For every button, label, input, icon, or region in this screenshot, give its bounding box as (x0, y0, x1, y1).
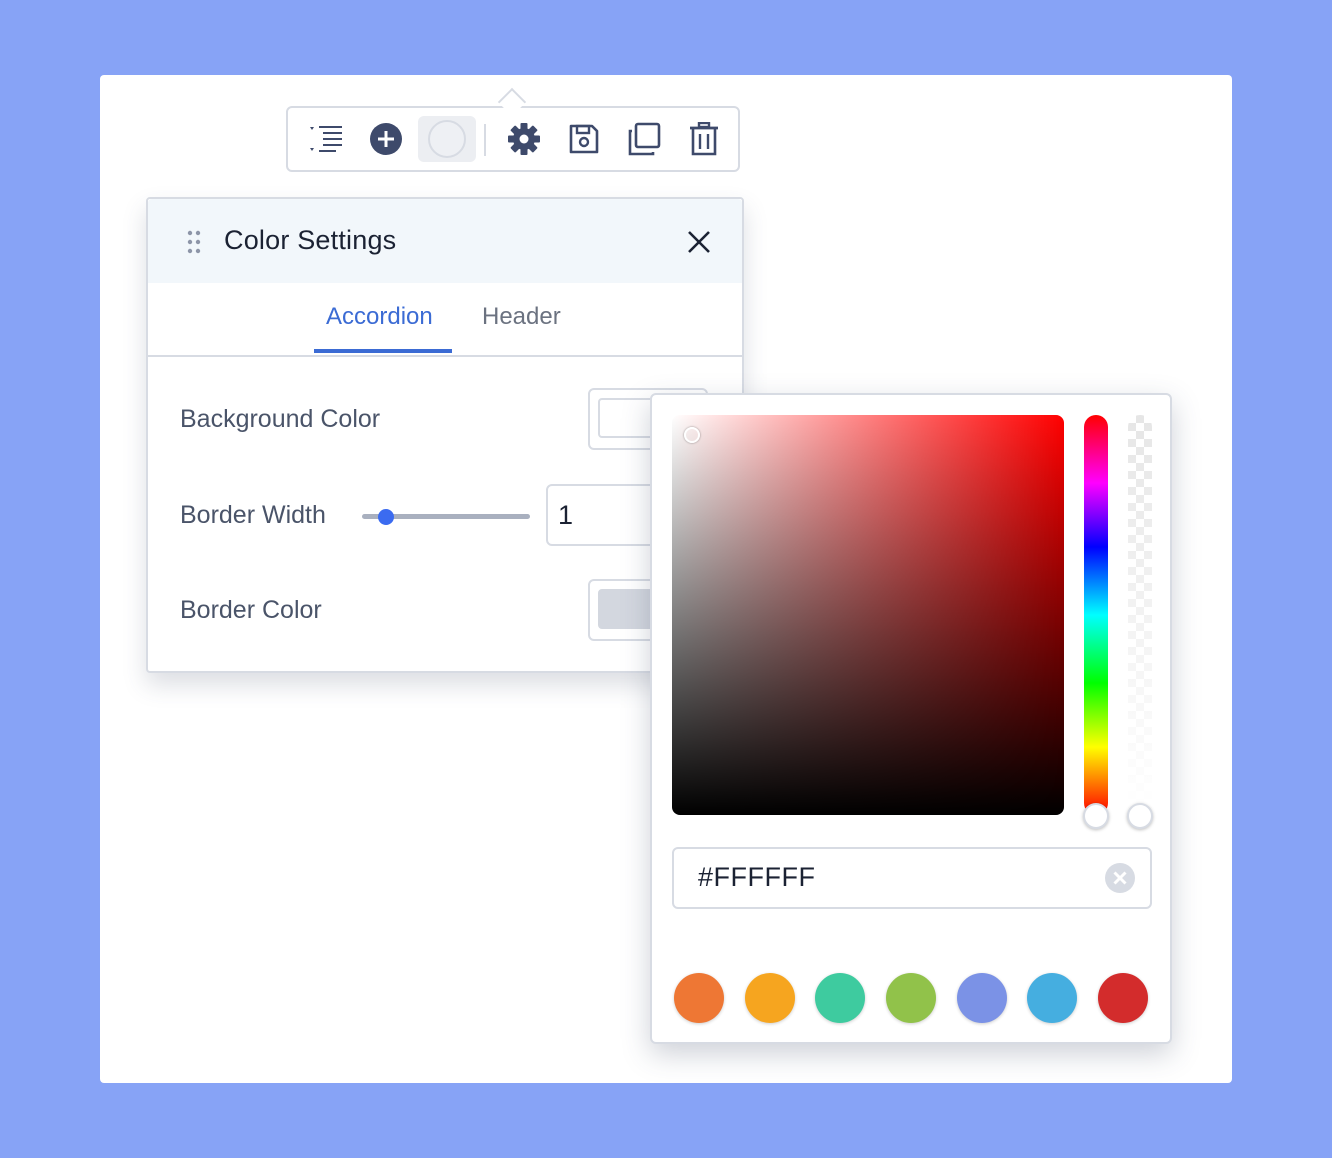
active-tab-indicator (314, 349, 452, 353)
tab-accordion[interactable]: Accordion (326, 303, 433, 331)
preset-swatch-orange[interactable] (674, 973, 724, 1023)
save-icon[interactable] (562, 108, 606, 170)
panel-title: Color Settings (224, 225, 397, 255)
list-indent-icon[interactable] (304, 108, 348, 170)
gear-icon[interactable] (502, 108, 546, 170)
alpha-slider-handle[interactable] (1127, 803, 1153, 829)
trash-icon[interactable] (682, 108, 726, 170)
clear-icon[interactable] (1104, 862, 1136, 899)
tab-bar: Accordion Header (148, 283, 742, 357)
border-width-slider-thumb[interactable] (378, 509, 394, 525)
hue-slider-handle[interactable] (1083, 803, 1109, 829)
background-color-label: Background Color (180, 405, 381, 433)
preset-swatch-teal[interactable] (815, 973, 865, 1023)
color-circle-icon[interactable] (418, 116, 476, 162)
saturation-value-area[interactable] (672, 415, 1064, 815)
panel-header: Color Settings (148, 199, 742, 283)
preset-swatch-red[interactable] (1098, 973, 1148, 1023)
toolbar-separator (484, 124, 486, 156)
close-icon[interactable] (686, 229, 712, 260)
border-color-label: Border Color (180, 596, 322, 624)
saturation-handle[interactable] (684, 427, 700, 443)
duplicate-icon[interactable] (622, 108, 666, 170)
border-width-label: Border Width (180, 501, 326, 529)
alpha-slider[interactable] (1128, 415, 1152, 815)
preset-swatch-sky[interactable] (1027, 973, 1077, 1023)
block-toolbar (286, 106, 740, 172)
hex-input[interactable]: #FFFFFF (672, 847, 1152, 909)
color-picker-popover: #FFFFFF (650, 393, 1172, 1044)
preset-swatch-periwinkle[interactable] (957, 973, 1007, 1023)
preset-swatch-amber[interactable] (745, 973, 795, 1023)
add-circle-icon[interactable] (364, 108, 408, 170)
tab-header[interactable]: Header (482, 303, 561, 331)
drag-handle-icon[interactable] (186, 229, 202, 260)
hue-slider[interactable] (1084, 415, 1108, 815)
preset-swatch-green[interactable] (886, 973, 936, 1023)
